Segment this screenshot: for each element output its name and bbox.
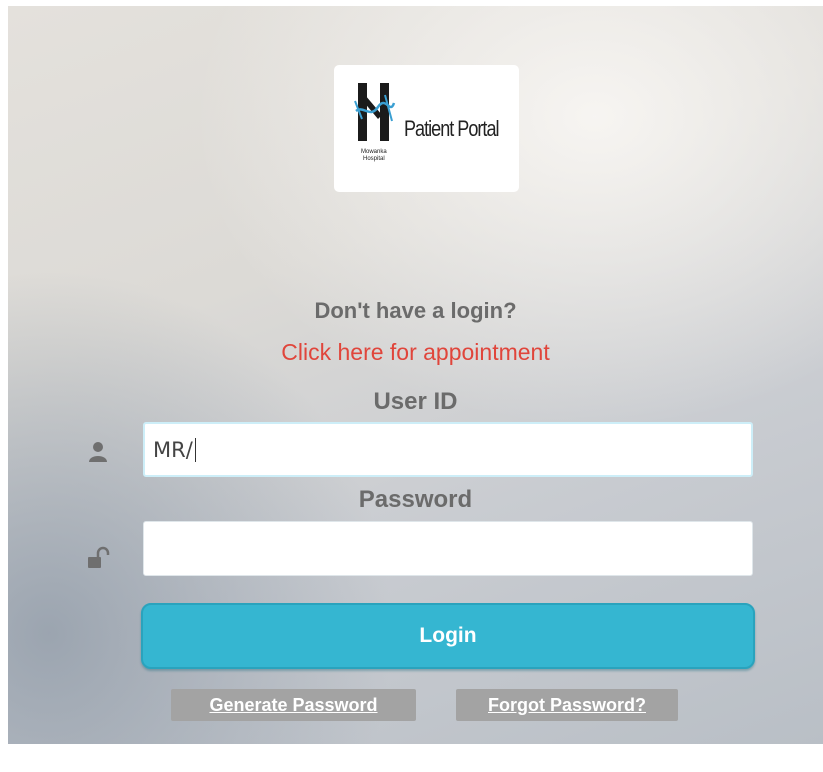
no-login-text: Don't have a login? bbox=[314, 298, 517, 323]
login-button[interactable]: Login bbox=[141, 603, 755, 669]
password-input[interactable] bbox=[143, 521, 753, 576]
hospital-emblem-icon: Mowanka Hospital bbox=[352, 75, 396, 175]
unlock-icon bbox=[86, 546, 110, 570]
hospital-logo: Mowanka Hospital Patient Portal bbox=[334, 65, 519, 192]
user-id-value: MR/ bbox=[153, 437, 193, 462]
user-icon bbox=[86, 440, 110, 464]
logo-small-text: Mowanka Hospital bbox=[361, 148, 387, 162]
forgot-password-button[interactable]: Forgot Password? bbox=[456, 689, 678, 721]
password-label: Password bbox=[358, 486, 473, 513]
appointment-link[interactable]: Click here for appointment bbox=[8, 339, 823, 366]
generate-password-button[interactable]: Generate Password bbox=[171, 689, 416, 721]
user-id-input[interactable]: MR/ bbox=[143, 422, 753, 477]
login-panel: Mowanka Hospital Patient Portal Don't ha… bbox=[8, 6, 823, 744]
user-id-label: User ID bbox=[373, 388, 458, 415]
logo-title: Patient Portal bbox=[403, 115, 500, 141]
text-caret bbox=[194, 437, 196, 462]
